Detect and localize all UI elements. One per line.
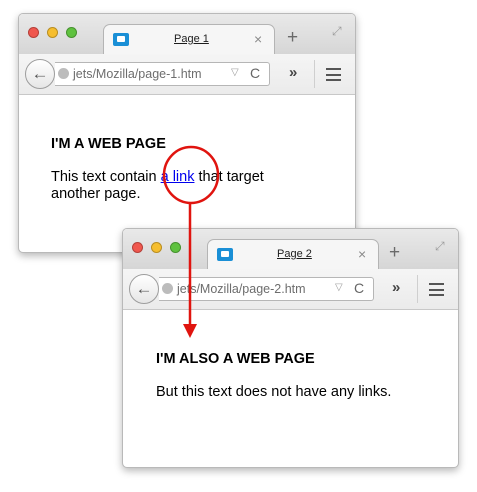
link-target-arrow-head (183, 324, 197, 338)
link-target-annotation (162, 145, 220, 338)
link-highlight-circle (162, 145, 220, 205)
